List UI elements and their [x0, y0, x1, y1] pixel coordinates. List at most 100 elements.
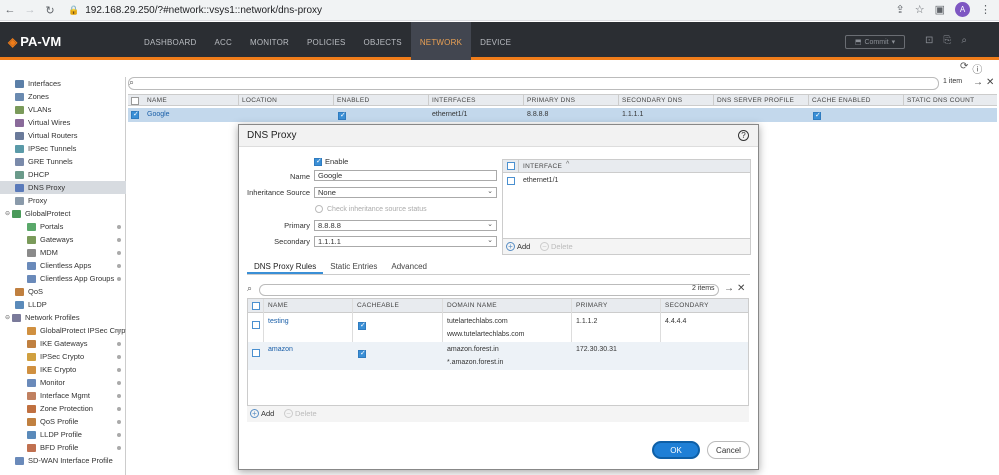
- save-config-icon[interactable]: ⎘: [943, 35, 951, 46]
- menu-kebab-icon[interactable]: ⋮: [980, 3, 991, 16]
- cancel-button[interactable]: Cancel: [707, 441, 750, 459]
- interface-add-button[interactable]: + Add: [506, 242, 530, 251]
- col-cache-enabled[interactable]: CACHE ENABLED: [812, 97, 871, 104]
- table-row[interactable]: ethernet1/1: [503, 174, 750, 188]
- sidebar-item-clientless-app-groups[interactable]: Clientless App Groups: [0, 272, 126, 285]
- interface-select-all-checkbox[interactable]: [507, 162, 515, 170]
- tab-static-entries[interactable]: Static Entries: [323, 259, 384, 274]
- sidebar-item-gre-tunnels[interactable]: GRE Tunnels: [0, 155, 126, 168]
- tab-dashboard[interactable]: DASHBOARD: [135, 22, 205, 60]
- col-secondary[interactable]: SECONDARY: [665, 302, 709, 309]
- inheritance-source-select[interactable]: None ⌄: [314, 187, 497, 198]
- sidebar-item-virtual-routers[interactable]: Virtual Routers: [0, 129, 126, 142]
- sidebar-item-portals[interactable]: Portals: [0, 220, 126, 233]
- primary-dns-select[interactable]: 8.8.8.8 ⌄: [314, 220, 497, 231]
- sort-asc-icon[interactable]: ^: [566, 161, 569, 168]
- col-primary[interactable]: PRIMARY: [576, 302, 608, 309]
- sidebar-toggle-icon[interactable]: ▣: [935, 3, 945, 16]
- col-primary-dns[interactable]: PRIMARY DNS: [527, 97, 575, 104]
- col-interface[interactable]: INTERFACE: [523, 163, 562, 170]
- collapse-icon[interactable]: ⊖: [5, 210, 12, 217]
- tab-acc[interactable]: ACC: [205, 22, 241, 60]
- table-row[interactable]: amazon amazon.forest.in *.amazon.forest.…: [248, 342, 748, 370]
- sidebar-item-globalprotect-ipsec-crypto[interactable]: GlobalProtect IPSec Crypto: [0, 324, 126, 337]
- refresh-icon[interactable]: ⟳: [960, 61, 968, 76]
- sidebar-item-qos-profile[interactable]: QoS Profile: [0, 415, 126, 428]
- sidebar-item-ike-crypto[interactable]: IKE Crypto: [0, 363, 126, 376]
- sidebar-item-gateways[interactable]: Gateways: [0, 233, 126, 246]
- rules-add-button[interactable]: + Add: [250, 409, 274, 418]
- tab-device[interactable]: DEVICE: [471, 22, 520, 60]
- sidebar-item-dns-proxy[interactable]: DNS Proxy: [0, 181, 126, 194]
- bookmark-star-icon[interactable]: ☆: [915, 3, 925, 16]
- sidebar-item-globalprotect[interactable]: ⊖ GlobalProtect: [0, 207, 126, 220]
- ok-button[interactable]: OK: [652, 441, 700, 459]
- col-static-dns-count[interactable]: STATIC DNS COUNT: [907, 97, 974, 104]
- apply-filter-icon[interactable]: →: [973, 77, 983, 88]
- tab-policies[interactable]: POLICIES: [298, 22, 355, 60]
- back-icon[interactable]: ←: [0, 4, 20, 16]
- row-checkbox[interactable]: [252, 321, 260, 329]
- sidebar-item-vlans[interactable]: VLANs: [0, 103, 126, 116]
- sidebar-item-ipsec-crypto[interactable]: IPSec Crypto: [0, 350, 126, 363]
- help-icon[interactable]: ⓘ: [972, 61, 982, 76]
- sidebar-item-ike-gateways[interactable]: IKE Gateways: [0, 337, 126, 350]
- row-checkbox[interactable]: [252, 349, 260, 357]
- col-domain-name[interactable]: DOMAIN NAME: [447, 302, 497, 309]
- sidebar-item-interface-mgmt[interactable]: Interface Mgmt: [0, 389, 126, 402]
- sidebar-item-zones[interactable]: Zones: [0, 90, 126, 103]
- interface-delete-button[interactable]: − Delete: [540, 242, 573, 251]
- sidebar-item-virtual-wires[interactable]: Virtual Wires: [0, 116, 126, 129]
- row-checkbox[interactable]: [507, 177, 515, 185]
- url-text[interactable]: 192.168.29.250/?#network::vsys1::network…: [85, 5, 322, 16]
- sidebar-item-ipsec-tunnels[interactable]: IPSec Tunnels: [0, 142, 126, 155]
- sidebar-item-bfd-profile[interactable]: BFD Profile: [0, 441, 126, 454]
- commit-button[interactable]: ⬒ Commit ▾: [845, 35, 905, 49]
- sidebar-item-mdm[interactable]: MDM: [0, 246, 126, 259]
- rules-search-input[interactable]: [259, 284, 719, 296]
- table-row[interactable]: Google ethernet1/1 8.8.8.8 1.1.1.1: [128, 108, 997, 122]
- sidebar-item-network-profiles[interactable]: ⊖ Network Profiles: [0, 311, 126, 324]
- tab-monitor[interactable]: MONITOR: [241, 22, 298, 60]
- col-name[interactable]: NAME: [268, 302, 288, 309]
- enable-checkbox[interactable]: [314, 157, 322, 166]
- search-icon[interactable]: ⌕: [961, 35, 967, 46]
- cacheable-checkbox[interactable]: [358, 349, 366, 358]
- tab-objects[interactable]: OBJECTS: [355, 22, 411, 60]
- profile-avatar[interactable]: A: [955, 2, 970, 17]
- col-interfaces[interactable]: INTERFACES: [432, 97, 476, 104]
- sidebar-item-monitor[interactable]: Monitor: [0, 376, 126, 389]
- name-input[interactable]: Google: [314, 170, 497, 181]
- config-lock-icon[interactable]: ⊡: [925, 35, 933, 46]
- col-enabled[interactable]: ENABLED: [337, 97, 369, 104]
- grid-search-input[interactable]: [128, 77, 939, 90]
- cacheable-checkbox[interactable]: [358, 321, 366, 330]
- reload-icon[interactable]: ↻: [40, 4, 60, 17]
- sidebar-item-dhcp[interactable]: DHCP: [0, 168, 126, 181]
- sidebar-item-interfaces[interactable]: Interfaces: [0, 77, 126, 90]
- col-dns-server-profile[interactable]: DNS SERVER PROFILE: [717, 97, 794, 104]
- rule-name-link[interactable]: amazon: [268, 346, 293, 353]
- sidebar-item-lldp[interactable]: LLDP: [0, 298, 126, 311]
- sidebar-item-zone-protection[interactable]: Zone Protection: [0, 402, 126, 415]
- share-icon[interactable]: ⇪: [896, 3, 905, 16]
- clear-filter-icon[interactable]: ✕: [737, 283, 745, 294]
- sidebar-item-lldp-profile[interactable]: LLDP Profile: [0, 428, 126, 441]
- tab-network[interactable]: NETWORK: [410, 22, 472, 60]
- col-secondary-dns[interactable]: SECONDARY DNS: [622, 97, 682, 104]
- apply-filter-icon[interactable]: →: [724, 283, 734, 294]
- help-icon[interactable]: ?: [738, 130, 749, 141]
- clear-filter-icon[interactable]: ✕: [986, 77, 994, 88]
- col-location[interactable]: LOCATION: [242, 97, 277, 104]
- forward-icon[interactable]: →: [20, 4, 40, 16]
- tab-dns-proxy-rules[interactable]: DNS Proxy Rules: [247, 259, 324, 274]
- sidebar-item-qos[interactable]: QoS: [0, 285, 126, 298]
- rule-name-link[interactable]: testing: [268, 318, 289, 325]
- select-all-checkbox[interactable]: [131, 97, 139, 105]
- sidebar-item-proxy[interactable]: Proxy: [0, 194, 126, 207]
- sidebar-item-clientless-apps[interactable]: Clientless Apps: [0, 259, 126, 272]
- tab-advanced[interactable]: Advanced: [384, 259, 434, 274]
- collapse-icon[interactable]: ⊖: [5, 314, 12, 321]
- rules-delete-button[interactable]: − Delete: [284, 409, 317, 418]
- table-row[interactable]: testing tutelartechlabs.com www.tutelart…: [248, 314, 748, 342]
